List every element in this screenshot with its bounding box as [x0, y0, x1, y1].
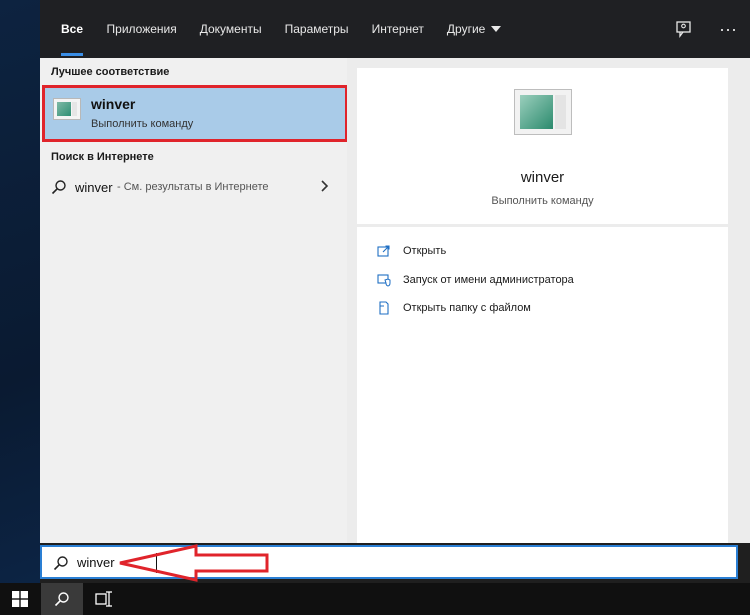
best-match-subtitle: Выполнить команду: [91, 118, 194, 130]
chevron-right-icon: [321, 180, 329, 192]
task-view-icon: [95, 591, 112, 607]
web-search-term: winver: [75, 180, 113, 195]
annotation-arrow-icon: [119, 544, 269, 582]
tab-all[interactable]: Все: [40, 0, 95, 58]
action-run-as-admin[interactable]: Запуск от имени администратора: [377, 270, 574, 290]
tab-more-label: Другие: [446, 22, 486, 36]
search-icon: [51, 180, 66, 195]
action-open[interactable]: Открыть: [377, 241, 446, 261]
web-search-hint: - См. результаты в Интернете: [117, 181, 269, 193]
more-options-icon: ···: [719, 18, 737, 39]
open-file-location-icon: [379, 301, 389, 315]
best-match-heading: Лучшее соответствие: [51, 66, 170, 78]
topbar-actions: ···: [662, 0, 750, 58]
action-open-file-location-label: Открыть папку с файлом: [403, 302, 531, 314]
taskbar: [0, 583, 750, 615]
preview-title: winver: [520, 169, 565, 186]
tab-apps[interactable]: Приложения: [95, 0, 188, 58]
more-options-button[interactable]: ···: [706, 0, 750, 58]
preview-pane: winver Выполнить команду Открыть Запуск …: [347, 58, 750, 543]
start-button[interactable]: [0, 583, 40, 615]
action-open-label: Открыть: [403, 245, 447, 257]
winver-app-icon: [53, 98, 81, 120]
search-input-value: winver: [77, 555, 115, 570]
feedback-icon: [676, 21, 691, 38]
tab-more[interactable]: Другие: [435, 0, 512, 58]
open-icon: [377, 245, 390, 257]
winver-large-icon: [514, 89, 572, 135]
taskbar-search-button[interactable]: [41, 583, 83, 615]
start-icon: [12, 591, 28, 607]
actions-list: Открыть Запуск от имени администратора О…: [357, 227, 728, 543]
tab-documents[interactable]: Документы: [188, 0, 273, 58]
preview-subtitle: Выполнить команду: [491, 195, 594, 207]
feedback-button[interactable]: [662, 0, 706, 58]
task-view-button[interactable]: [84, 583, 124, 615]
web-search-result[interactable]: winver - См. результаты в Интернете: [40, 172, 347, 202]
web-search-heading: Поиск в Интернете: [51, 151, 154, 163]
search-icon: [54, 592, 69, 607]
search-box-icon: [53, 556, 68, 571]
best-match-item[interactable]: winver Выполнить команду: [42, 85, 348, 142]
run-as-admin-icon: [377, 274, 391, 287]
start-search-panel: Все Приложения Документы Параметры Интер…: [40, 0, 750, 583]
action-open-file-location[interactable]: Открыть папку с файлом: [377, 298, 531, 318]
preview-card: winver Выполнить команду: [357, 68, 728, 224]
filter-tabs: Все Приложения Документы Параметры Интер…: [40, 0, 513, 58]
filter-bar: Все Приложения Документы Параметры Интер…: [40, 0, 750, 58]
results-list: Лучшее соответствие winver Выполнить ком…: [40, 58, 348, 543]
tab-settings[interactable]: Параметры: [273, 0, 360, 58]
chevron-down-icon: [491, 26, 502, 32]
tab-web[interactable]: Интернет: [360, 0, 435, 58]
best-match-title: winver: [91, 96, 136, 112]
action-run-as-admin-label: Запуск от имени администратора: [403, 274, 574, 286]
